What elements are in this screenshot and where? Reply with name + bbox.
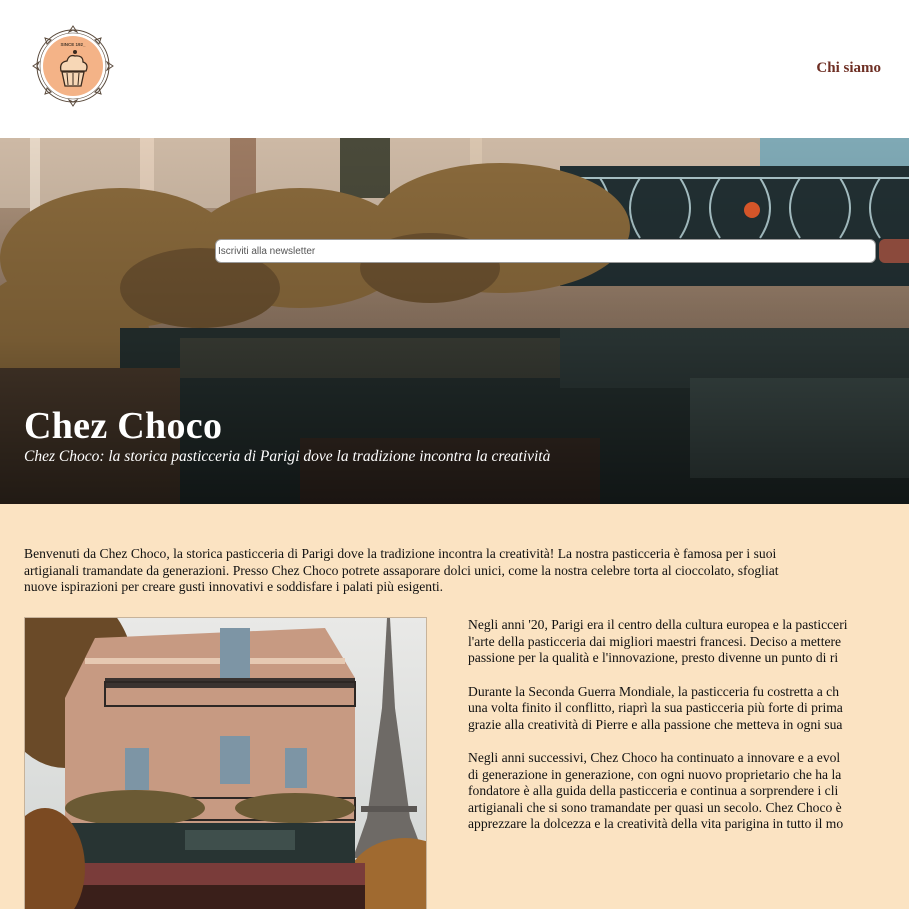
history-paragraph: Negli anni successivi, Chez Choco ha con… [468, 750, 909, 833]
history-paragraph: Negli anni '20, Parigi era il centro del… [468, 617, 909, 667]
svg-text:SINCE 192_: SINCE 192_ [60, 42, 86, 47]
hero-banner: Chez Choco Chez Choco: la storica pastic… [0, 138, 909, 504]
intro-line: Benvenuti da Chez Choco, la storica past… [24, 546, 777, 561]
nav-link-chi-siamo[interactable]: Chi siamo [816, 60, 881, 77]
cupcake-logo-icon[interactable]: SINCE 192_ [31, 24, 115, 108]
site-header: SINCE 192_ Chi siamo [0, 0, 909, 138]
history-line: fondatore è alla guida della pasticceria… [468, 783, 839, 798]
history-text: Negli anni '20, Parigi era il centro del… [468, 617, 909, 850]
paris-shop-photo [24, 617, 427, 909]
hero-title: Chez Choco [24, 405, 223, 447]
newsletter-email-input[interactable] [215, 239, 876, 263]
history-line: passione per la qualità e l'innovazione,… [468, 650, 839, 665]
newsletter-submit-button[interactable] [879, 239, 909, 263]
history-paragraph: Durante la Seconda Guerra Mondiale, la p… [468, 684, 909, 734]
history-line: Negli anni '20, Parigi era il centro del… [468, 617, 848, 632]
history-line: grazie alla creatività di Pierre e alla … [468, 716, 843, 732]
history-line: Negli anni successivi, Chez Choco ha con… [468, 750, 841, 765]
history-line: Durante la Seconda Guerra Mondiale, la p… [468, 683, 840, 699]
history-line: artigianali che si sono tramandate per q… [468, 799, 842, 815]
intro-line: artigianali tramandate da generazioni. P… [24, 562, 779, 578]
history-line: l'arte della pasticceria dai migliori ma… [468, 633, 842, 649]
hero-subtitle: Chez Choco: la storica pasticceria di Pa… [24, 448, 551, 465]
history-line: di generazione in generazione, con ogni … [468, 766, 842, 782]
history-line: apprezzare la dolcezza e la creatività d… [468, 816, 844, 831]
intro-text: Benvenuti da Chez Choco, la storica past… [24, 546, 909, 596]
intro-line: nuove ispirazioni per creare gusti innov… [24, 579, 444, 594]
history-line: una volta finito il conflitto, riaprì la… [468, 700, 843, 715]
